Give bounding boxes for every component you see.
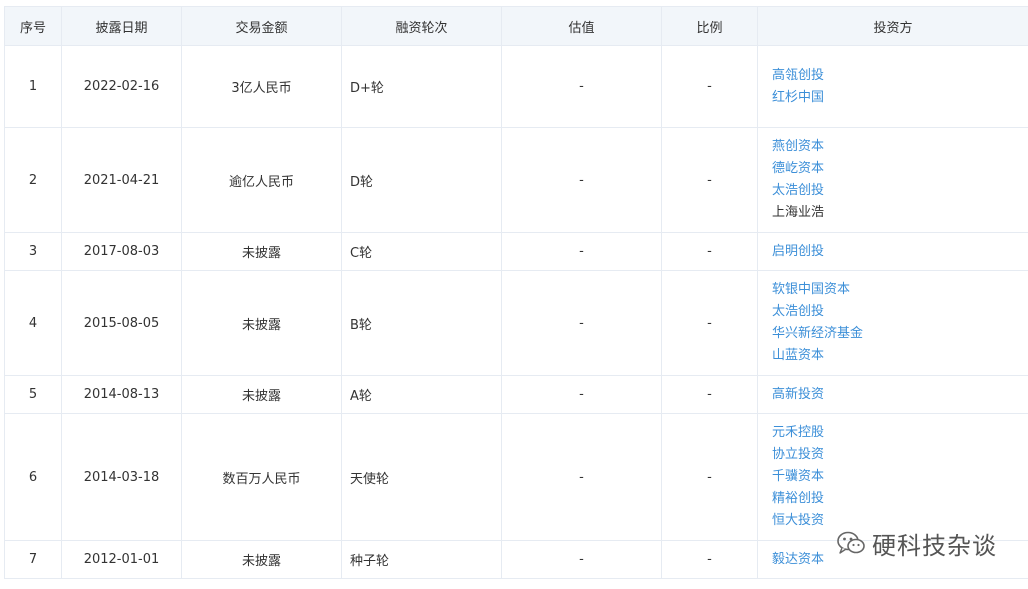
investor-link[interactable]: 太浩创投	[772, 180, 1028, 202]
cell-date: 2014-03-18	[61, 413, 182, 541]
investor-link[interactable]: 千骥资本	[772, 466, 1028, 488]
cell-round: C轮	[341, 232, 502, 271]
investor-link[interactable]: 德屹资本	[772, 158, 1028, 180]
header-index: 序号	[4, 6, 62, 46]
cell-index: 1	[4, 45, 62, 128]
header-amount: 交易金额	[181, 6, 342, 46]
header-ratio: 比例	[661, 6, 758, 46]
cell-valuation: -	[501, 127, 662, 233]
investor-link[interactable]: 元禾控股	[772, 422, 1028, 444]
table-row: 4 2015-08-05 未披露 B轮 - - 软银中国资本 太浩创投 华兴新经济基金 山蓝资本	[4, 270, 1028, 376]
cell-index: 4	[4, 270, 62, 376]
cell-amount: 未披露	[181, 540, 342, 579]
cell-date: 2017-08-03	[61, 232, 182, 271]
cell-amount: 数百万人民币	[181, 413, 342, 541]
cell-amount: 未披露	[181, 375, 342, 414]
table-header-row: 序号 披露日期 交易金额 融资轮次 估值 比例 投资方	[4, 6, 1028, 46]
cell-round: B轮	[341, 270, 502, 376]
cell-valuation: -	[501, 540, 662, 579]
cell-ratio: -	[661, 375, 758, 414]
investor-link[interactable]: 启明创投	[772, 241, 1028, 263]
table-row: 6 2014-03-18 数百万人民币 天使轮 - - 元禾控股 协立投资 千骥资本 精裕创投 恒大…	[4, 413, 1028, 541]
investor-name: 上海业浩	[772, 205, 825, 220]
cell-ratio: -	[661, 413, 758, 541]
table-row: 3 2017-08-03 未披露 C轮 - - 启明创投	[4, 232, 1028, 271]
cell-investors: 高瓴创投 红杉中国	[757, 45, 1028, 128]
cell-valuation: -	[501, 413, 662, 541]
cell-ratio: -	[661, 540, 758, 579]
table-body: 1 2022-02-16 3亿人民币 D+轮 - - 高瓴创投 红杉中国 2 2021-04-21…	[4, 45, 1028, 579]
cell-index: 2	[4, 127, 62, 233]
investor-link[interactable]: 精裕创投	[772, 488, 1028, 510]
cell-date: 2021-04-21	[61, 127, 182, 233]
cell-valuation: -	[501, 232, 662, 271]
cell-round: A轮	[341, 375, 502, 414]
cell-index: 3	[4, 232, 62, 271]
investor-link[interactable]: 山蓝资本	[772, 345, 1028, 367]
investor-link[interactable]: 华兴新经济基金	[772, 323, 1028, 345]
header-valuation: 估值	[501, 6, 662, 46]
investor-link[interactable]: 太浩创投	[772, 301, 1028, 323]
cell-investors: 燕创资本 德屹资本 太浩创投上海业浩	[757, 127, 1028, 233]
cell-investors: 启明创投	[757, 232, 1028, 271]
cell-ratio: -	[661, 232, 758, 271]
investor-link[interactable]: 协立投资	[772, 444, 1028, 466]
cell-investors: 软银中国资本 太浩创投 华兴新经济基金 山蓝资本	[757, 270, 1028, 376]
cell-round: D+轮	[341, 45, 502, 128]
cell-date: 2012-01-01	[61, 540, 182, 579]
financing-history-table-wrap: 序号 披露日期 交易金额 融资轮次 估值 比例 投资方 1 2022-02-16 3…	[4, 6, 1028, 579]
cell-ratio: -	[661, 127, 758, 233]
cell-date: 2014-08-13	[61, 375, 182, 414]
investor-link[interactable]: 恒大投资	[772, 510, 1028, 532]
investor-link[interactable]: 燕创资本	[772, 136, 1028, 158]
cell-ratio: -	[661, 45, 758, 128]
cell-valuation: -	[501, 270, 662, 376]
cell-valuation: -	[501, 45, 662, 128]
cell-amount: 3亿人民币	[181, 45, 342, 128]
cell-index: 7	[4, 540, 62, 579]
cell-valuation: -	[501, 375, 662, 414]
cell-index: 5	[4, 375, 62, 414]
cell-round: 天使轮	[341, 413, 502, 541]
header-investors: 投资方	[757, 6, 1028, 46]
table-row: 5 2014-08-13 未披露 A轮 - - 高新投资	[4, 375, 1028, 414]
cell-round: D轮	[341, 127, 502, 233]
header-date: 披露日期	[61, 6, 182, 46]
investor-link[interactable]: 毅达资本	[772, 549, 1028, 571]
cell-date: 2022-02-16	[61, 45, 182, 128]
table-row: 1 2022-02-16 3亿人民币 D+轮 - - 高瓴创投 红杉中国	[4, 45, 1028, 128]
cell-index: 6	[4, 413, 62, 541]
investor-link[interactable]: 红杉中国	[772, 87, 1028, 109]
investor-link[interactable]: 高新投资	[772, 384, 1028, 406]
cell-investors: 毅达资本	[757, 540, 1028, 579]
cell-investors: 元禾控股 协立投资 千骥资本 精裕创投 恒大投资	[757, 413, 1028, 541]
table-row: 7 2012-01-01 未披露 种子轮 - - 毅达资本	[4, 540, 1028, 579]
investor-link[interactable]: 软银中国资本	[772, 279, 1028, 301]
cell-date: 2015-08-05	[61, 270, 182, 376]
cell-investors: 高新投资	[757, 375, 1028, 414]
cell-round: 种子轮	[341, 540, 502, 579]
financing-history-table: 序号 披露日期 交易金额 融资轮次 估值 比例 投资方 1 2022-02-16 3…	[4, 6, 1028, 579]
cell-amount: 未披露	[181, 270, 342, 376]
cell-amount: 逾亿人民币	[181, 127, 342, 233]
cell-ratio: -	[661, 270, 758, 376]
header-round: 融资轮次	[341, 6, 502, 46]
investor-link[interactable]: 高瓴创投	[772, 65, 1028, 87]
table-row: 2 2021-04-21 逾亿人民币 D轮 - - 燕创资本 德屹资本 太浩创投 上海业浩	[4, 127, 1028, 233]
cell-amount: 未披露	[181, 232, 342, 271]
